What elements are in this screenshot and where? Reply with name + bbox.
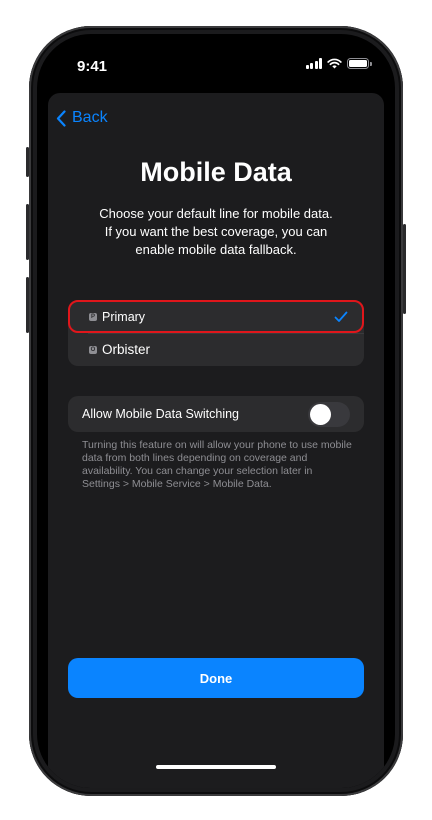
stage: 9:41 Back Mobile Data Choose your defaul… (0, 0, 432, 820)
data-switching-label: Allow Mobile Data Switching (82, 407, 240, 421)
volume-up-button (26, 204, 29, 260)
line-label: Orbister (102, 342, 151, 357)
line-list: P Primary O Orbister (68, 300, 364, 366)
page-description: Choose your default line for mobile data… (99, 206, 333, 257)
sim-badge-icon: P (89, 312, 97, 321)
back-label: Back (72, 109, 108, 126)
volume-down-button (26, 277, 29, 333)
back-button[interactable]: Back (56, 107, 108, 129)
data-switching-footnote: Turning this feature on will allow your … (82, 439, 352, 490)
line-option-orbister[interactable]: O Orbister (68, 333, 364, 366)
data-switching-toggle[interactable] (308, 402, 350, 427)
chevron-left-icon (56, 109, 66, 127)
battery-icon (347, 58, 372, 69)
sim-badge-icon: O (89, 345, 97, 354)
action-button (26, 147, 29, 177)
toggle-knob (310, 404, 331, 425)
cellular-signal-icon (305, 58, 322, 69)
line-option-primary[interactable]: P Primary (68, 300, 364, 333)
checkmark-icon (334, 311, 348, 322)
home-indicator (156, 765, 276, 769)
line-label: Primary (102, 309, 146, 324)
side-button (403, 224, 406, 314)
data-switching-row: Allow Mobile Data Switching (68, 396, 364, 432)
status-icons (305, 58, 372, 69)
status-time: 9:41 (77, 58, 108, 75)
done-button[interactable]: Done (68, 658, 364, 698)
page-title: Mobile Data (140, 157, 292, 187)
phone-screen: 9:41 Back Mobile Data Choose your defaul… (37, 34, 395, 788)
mobile-data-sheet: Back Mobile Data Choose your default lin… (48, 93, 384, 788)
wifi-icon (327, 58, 342, 69)
status-bar: 9:41 (37, 34, 395, 88)
